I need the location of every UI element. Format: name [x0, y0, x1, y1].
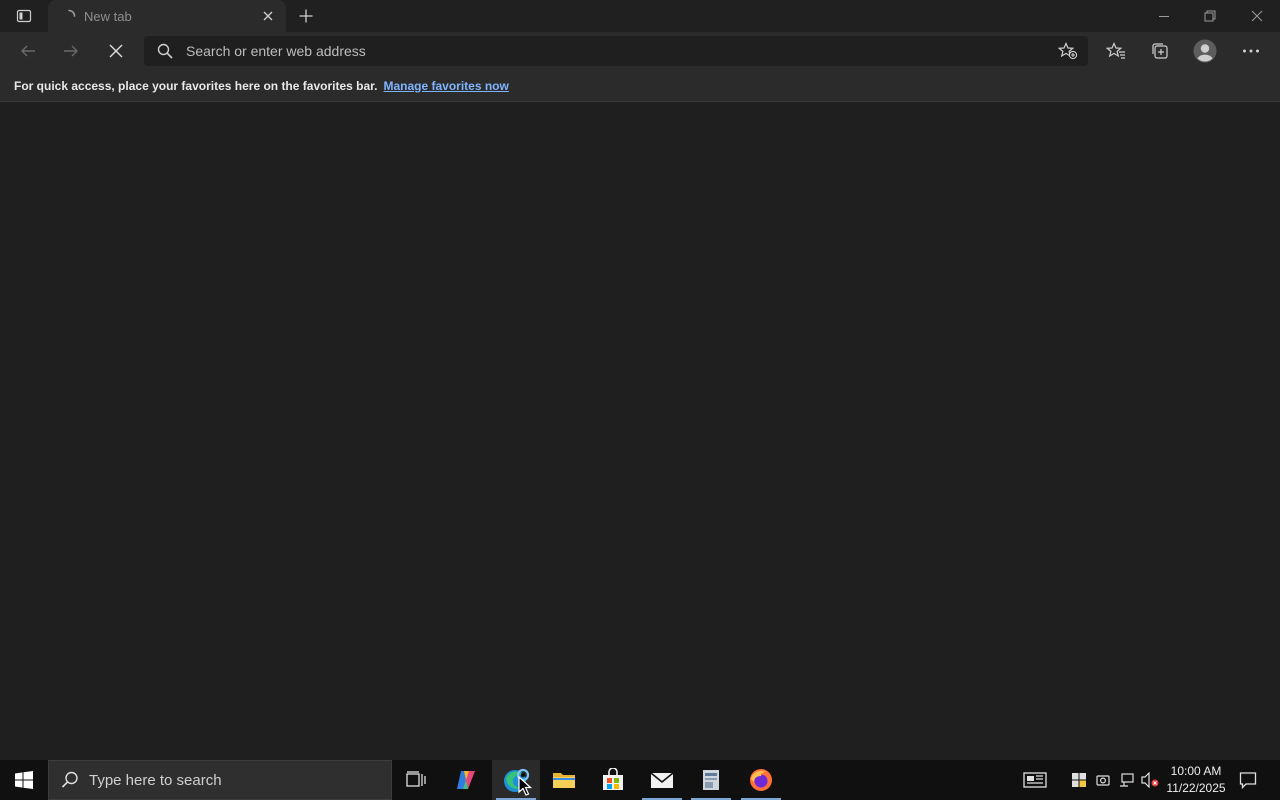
- manage-favorites-link[interactable]: Manage favorites now: [383, 79, 508, 93]
- plus-icon: [299, 9, 313, 23]
- news-widget-button[interactable]: [1018, 760, 1052, 800]
- browser-toolbar: [0, 32, 1280, 70]
- tab-strip: New tab: [0, 0, 1280, 32]
- news-icon: [1023, 772, 1047, 788]
- favorites-bar-message: For quick access, place your favorites h…: [14, 78, 378, 93]
- favorites-bar: For quick access, place your favorites h…: [0, 70, 1280, 102]
- taskbar-file-explorer[interactable]: [540, 760, 588, 800]
- windows-logo-icon: [15, 771, 33, 789]
- close-window-button[interactable]: [1234, 0, 1280, 32]
- close-icon: [263, 11, 273, 21]
- add-favorite-button[interactable]: [1052, 37, 1084, 65]
- tab-close-button[interactable]: [260, 8, 276, 24]
- taskbar-copilot[interactable]: [442, 760, 490, 800]
- tray-network-button[interactable]: [1116, 760, 1138, 800]
- collections-button[interactable]: [1144, 35, 1176, 67]
- tab-title: New tab: [84, 8, 132, 24]
- task-view-icon: [406, 771, 426, 787]
- minimize-button[interactable]: [1141, 0, 1187, 32]
- store-icon: [603, 768, 623, 790]
- collections-icon: [1152, 43, 1168, 59]
- taskbar-clock[interactable]: 10:00 AM 11/22/2025: [1162, 760, 1230, 800]
- profile-button[interactable]: [1189, 35, 1221, 67]
- search-icon: [156, 42, 174, 60]
- taskbar-app-document[interactable]: [687, 760, 735, 800]
- star-add-icon: [1058, 42, 1078, 60]
- shield-icon: [1072, 773, 1086, 787]
- restore-button[interactable]: [1187, 0, 1233, 32]
- favorites-button[interactable]: [1100, 35, 1132, 67]
- arrow-left-icon: [21, 45, 35, 57]
- mail-icon: [650, 772, 674, 788]
- copilot-icon: [457, 771, 475, 789]
- notification-center-button[interactable]: [1232, 760, 1264, 800]
- volume-muted-icon: [1141, 772, 1159, 788]
- search-icon: [59, 769, 81, 791]
- start-button[interactable]: [0, 760, 48, 800]
- edge-browser-icon: [504, 768, 530, 792]
- restore-icon: [1204, 10, 1216, 22]
- taskbar-store[interactable]: [589, 760, 637, 800]
- clock-date: 11/22/2025: [1166, 781, 1226, 795]
- address-input[interactable]: [186, 43, 1052, 59]
- document-app-icon: [703, 770, 719, 790]
- firefox-icon: [750, 769, 772, 791]
- taskbar-mail[interactable]: [638, 760, 686, 800]
- tray-meet-button[interactable]: [1092, 760, 1114, 800]
- tab-actions-button[interactable]: [8, 4, 40, 28]
- notification-icon: [1239, 772, 1257, 789]
- tab-actions-icon: [16, 9, 32, 23]
- forward-button[interactable]: [55, 35, 87, 67]
- tray-security-icon-button[interactable]: [1068, 760, 1090, 800]
- network-icon: [1120, 773, 1134, 787]
- loading-spinner-icon: [62, 9, 76, 23]
- tray-volume-button[interactable]: [1139, 760, 1161, 800]
- task-view-button[interactable]: [392, 760, 440, 800]
- minimize-icon: [1159, 16, 1169, 17]
- taskbar-search-box[interactable]: Type here to search: [48, 760, 392, 800]
- stop-loading-button[interactable]: [100, 35, 132, 67]
- new-tab-button[interactable]: [294, 4, 318, 28]
- camera-icon: [1096, 775, 1110, 786]
- taskbar-search-placeholder: Type here to search: [89, 771, 222, 789]
- taskbar: Type here to search 10:00 AM 11/22/2025: [0, 760, 1280, 800]
- clock-time: 10:00 AM: [1170, 764, 1222, 778]
- arrow-right-icon: [64, 45, 78, 57]
- folder-icon: [553, 773, 575, 788]
- desktop: New tab Search or enter web address For …: [0, 0, 1280, 800]
- settings-more-button[interactable]: [1235, 35, 1267, 67]
- avatar-icon: [1193, 39, 1217, 63]
- favorites-icon: [1106, 42, 1125, 59]
- close-icon: [109, 44, 123, 58]
- close-icon: [1251, 10, 1263, 22]
- more-horizontal-icon: [1243, 49, 1259, 53]
- tab-new-tab[interactable]: New tab: [48, 0, 286, 32]
- address-bar[interactable]: [144, 36, 1088, 66]
- page-content: [0, 102, 1280, 760]
- back-button[interactable]: [12, 35, 44, 67]
- taskbar-edge[interactable]: [492, 760, 540, 800]
- taskbar-firefox[interactable]: [737, 760, 785, 800]
